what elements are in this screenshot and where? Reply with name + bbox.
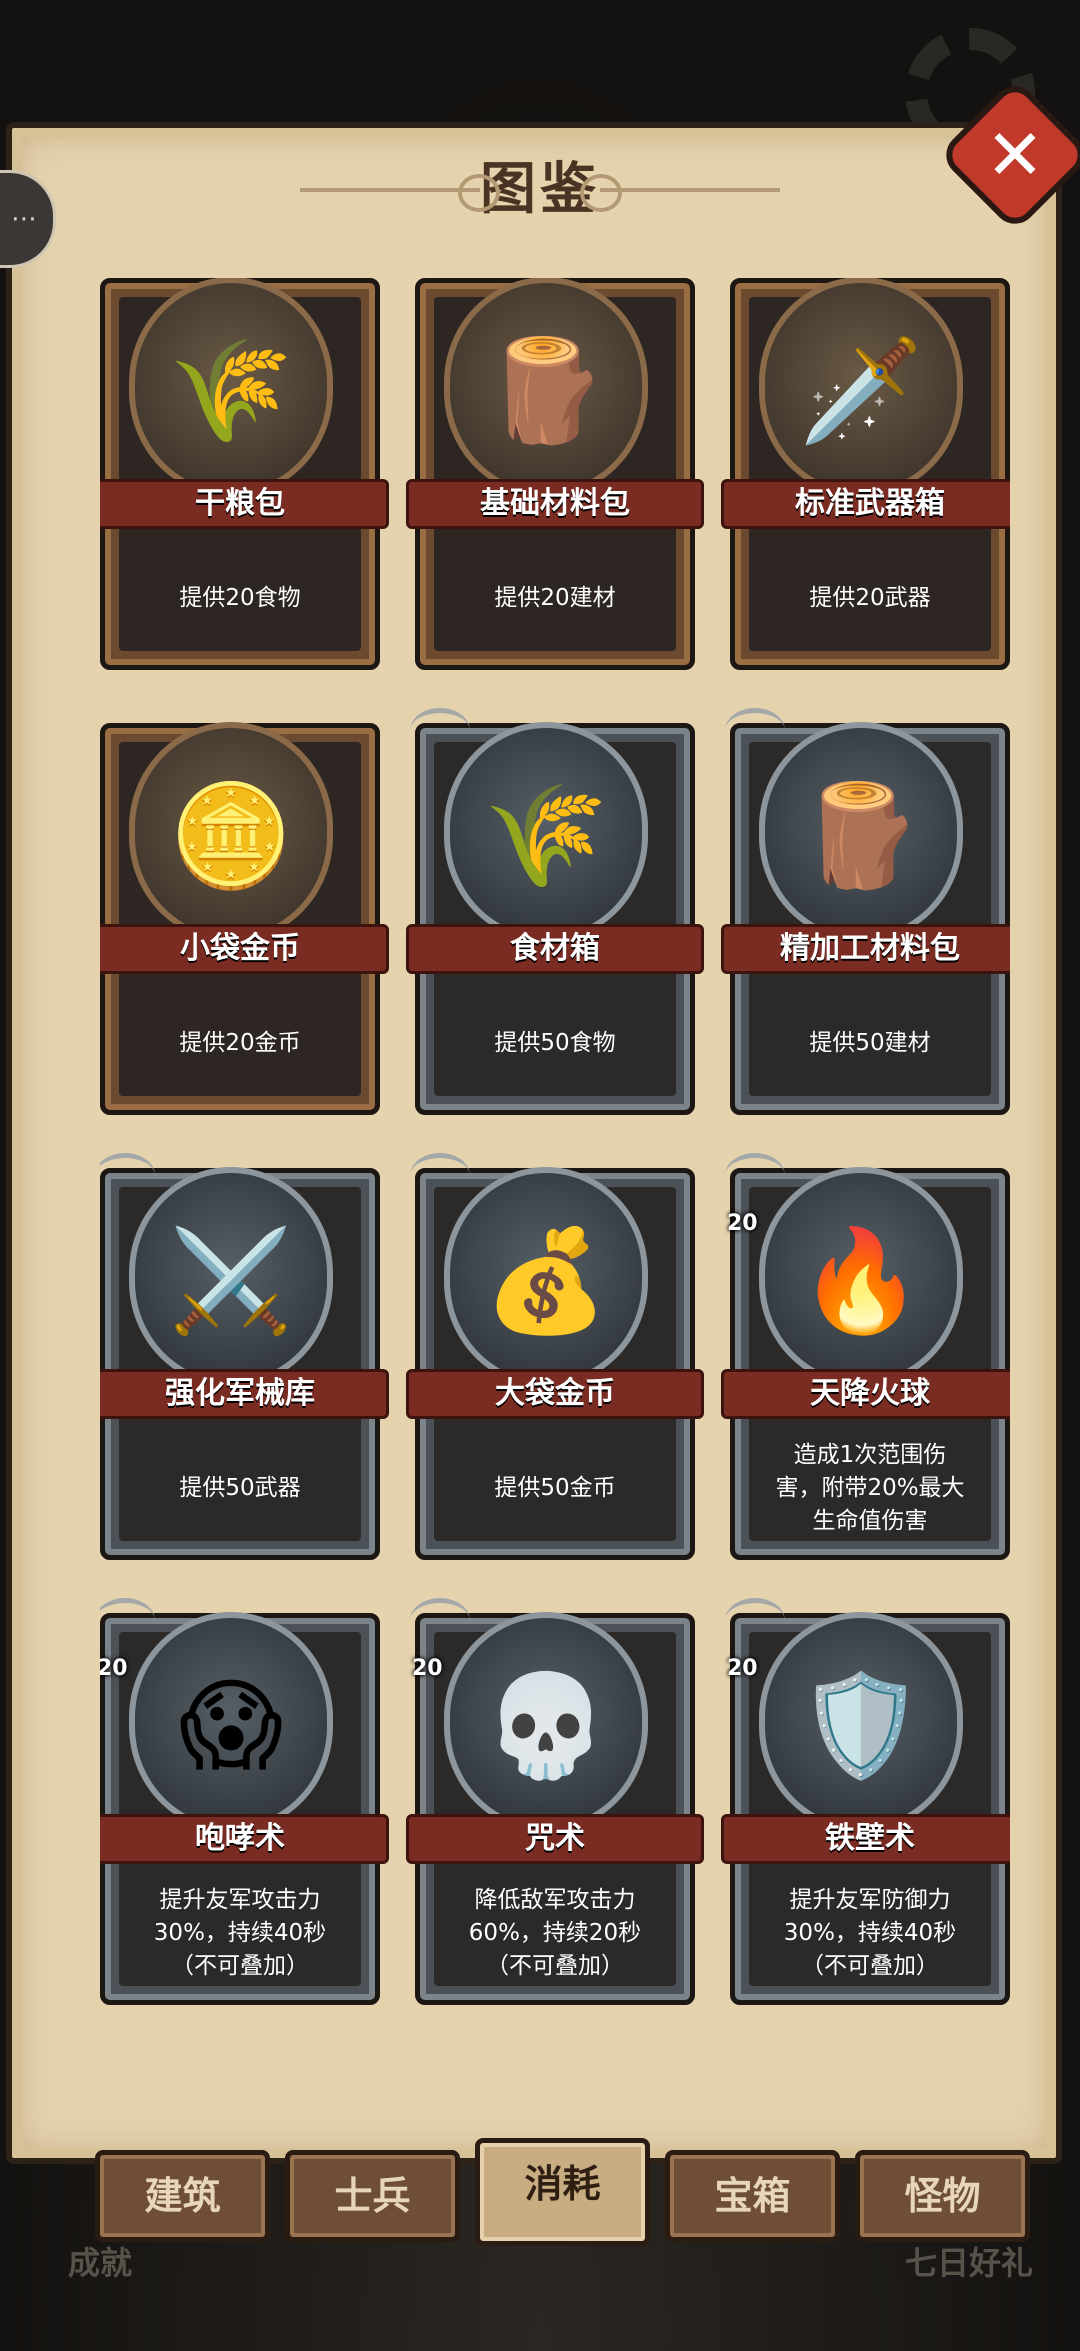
money-bag-icon: 💰 xyxy=(483,1222,609,1339)
card-description: 造成1次范围伤 害，附带20%最大 生命值伤害 xyxy=(775,1441,965,1534)
tab-4[interactable]: 怪物 xyxy=(855,2150,1030,2242)
bundled-logs-icon: 🪵 xyxy=(798,777,924,894)
card-portrait: ⚔️ xyxy=(129,1167,333,1387)
laurel-icon xyxy=(410,1598,470,1643)
sword-shield-icon: 🗡️ xyxy=(798,332,924,449)
card-title: 干粮包 xyxy=(195,486,285,521)
card-description: 提供50食物 xyxy=(494,1029,616,1056)
item-card[interactable]: 🛡️ 铁壁术 提升友军防御力 30%，持续40秒 （不可叠加） 20 xyxy=(721,1598,1010,2005)
level-badge: 20 xyxy=(727,1656,758,1681)
category-tabs: 建筑 士兵 消耗 宝箱 怪物 xyxy=(95,2138,1035,2250)
item-card[interactable]: 🔥 天降火球 造成1次范围伤 害，附带20%最大 生命值伤害 20 xyxy=(721,1153,1010,1560)
laurel-icon xyxy=(410,708,470,753)
card-portrait: 🌾 xyxy=(444,722,648,942)
card-portrait: 💰 xyxy=(444,1167,648,1387)
tab-0[interactable]: 建筑 xyxy=(95,2150,270,2242)
card-title: 标准武器箱 xyxy=(795,486,945,521)
title-ornament-right xyxy=(580,174,780,212)
wheat-icon: 🌾 xyxy=(168,332,294,449)
card-title: 大袋金币 xyxy=(495,1376,615,1411)
card-title: 强化军械库 xyxy=(165,1376,315,1411)
card-title: 天降火球 xyxy=(810,1376,930,1411)
card-description: 提供20建材 xyxy=(494,584,616,611)
card-grid: 🌾 干粮包 提供20食物 🪵 基础材料包 提供20建材 🗡️ 标准武器箱 提供2… xyxy=(100,278,1010,2068)
card-title: 基础材料包 xyxy=(480,486,630,521)
card-portrait: 💀 xyxy=(444,1612,648,1832)
item-card[interactable]: 🪵 基础材料包 提供20建材 xyxy=(406,278,704,670)
card-description: 降低敌军攻击力 60%，持续20秒 （不可叠加） xyxy=(468,1886,642,1979)
achievements-label[interactable]: 成就 xyxy=(68,2238,132,2284)
card-title: 咆哮术 xyxy=(195,1821,285,1856)
card-title: 食材箱 xyxy=(510,931,600,966)
card-title: 精加工材料包 xyxy=(780,931,960,966)
skull-icon: 💀 xyxy=(483,1667,609,1784)
card-description: 提供50金币 xyxy=(494,1474,616,1501)
card-title: 咒术 xyxy=(525,1821,585,1856)
item-card[interactable]: 💰 大袋金币 提供50金币 xyxy=(406,1153,704,1560)
log-icon: 🪵 xyxy=(483,332,609,449)
title-row: 图鉴 xyxy=(0,150,1080,230)
grain-sack-icon: 🌾 xyxy=(483,777,609,894)
item-card[interactable]: ⚔️ 强化军械库 提供50武器 xyxy=(100,1153,389,1560)
card-description: 提供50武器 xyxy=(179,1474,301,1501)
item-card[interactable]: 💀 咒术 降低敌军攻击力 60%，持续20秒 （不可叠加） 20 xyxy=(406,1598,704,2005)
item-card[interactable]: 🗡️ 标准武器箱 提供20武器 xyxy=(721,278,1010,670)
card-portrait: 🪵 xyxy=(759,722,963,942)
item-card[interactable]: 😱 咆哮术 提升友军攻击力 30%，持续40秒 （不可叠加） 20 xyxy=(100,1598,389,2005)
card-portrait: 🗡️ xyxy=(759,278,963,497)
tab-2[interactable]: 消耗 xyxy=(475,2138,650,2246)
fireball-icon: 🔥 xyxy=(798,1222,924,1339)
shield-icon: 🛡️ xyxy=(798,1667,924,1784)
laurel-icon xyxy=(100,1598,155,1643)
coins-icon: 🪙 xyxy=(168,777,294,894)
level-badge: 20 xyxy=(727,1211,758,1236)
card-portrait: 🔥 xyxy=(759,1167,963,1387)
item-card[interactable]: 🌾 食材箱 提供50食物 xyxy=(406,708,704,1115)
card-portrait: 😱 xyxy=(129,1612,333,1832)
laurel-icon xyxy=(725,708,785,753)
roar-icon: 😱 xyxy=(178,1667,284,1784)
card-description: 提升友军攻击力 30%，持续40秒 （不可叠加） xyxy=(153,1886,327,1979)
laurel-icon xyxy=(725,1153,785,1198)
card-description: 提供20金币 xyxy=(179,1029,301,1056)
card-title: 小袋金币 xyxy=(180,931,300,966)
card-description: 提供20武器 xyxy=(809,584,931,611)
card-description: 提供20食物 xyxy=(179,584,301,611)
laurel-icon xyxy=(410,1153,470,1198)
card-portrait: 🪙 xyxy=(129,722,333,942)
tab-3[interactable]: 宝箱 xyxy=(665,2150,840,2242)
item-card[interactable]: 🪙 小袋金币 提供20金币 xyxy=(100,722,389,1115)
card-title: 铁壁术 xyxy=(825,1821,915,1856)
seven-day-gift-label[interactable]: 七日好礼 xyxy=(905,2238,1033,2284)
laurel-icon xyxy=(725,1598,785,1643)
level-badge: 20 xyxy=(100,1656,128,1681)
tab-1[interactable]: 士兵 xyxy=(285,2150,460,2242)
card-description: 提供50建材 xyxy=(809,1029,931,1056)
close-icon[interactable]: ✕ xyxy=(960,100,1070,210)
level-badge: 20 xyxy=(412,1656,443,1681)
card-description: 提升友军防御力 30%，持续40秒 （不可叠加） xyxy=(783,1886,957,1979)
item-card[interactable]: 🌾 干粮包 提供20食物 xyxy=(100,278,389,670)
title-ornament-left xyxy=(300,174,500,212)
card-portrait: 🪵 xyxy=(444,278,648,497)
item-card[interactable]: 🪵 精加工材料包 提供50建材 xyxy=(721,708,1010,1115)
laurel-icon xyxy=(100,1153,155,1198)
card-portrait: 🌾 xyxy=(129,278,333,497)
card-portrait: 🛡️ xyxy=(759,1612,963,1832)
armor-sword-icon: ⚔️ xyxy=(168,1222,294,1339)
